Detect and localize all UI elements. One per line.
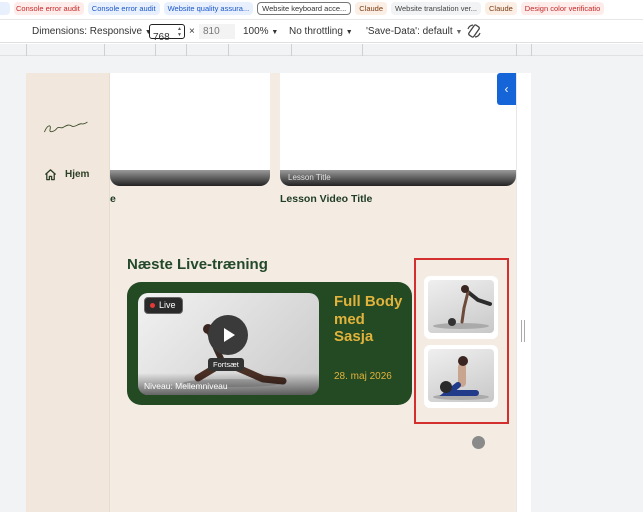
live-thumbnail-card[interactable]	[424, 276, 498, 339]
continue-label: Fortsæt	[208, 358, 244, 371]
bookmark-website-quality[interactable]: Website quality assura...	[163, 1, 254, 15]
throttle-label: No throttling	[289, 26, 343, 37]
dimensions-dropdown[interactable]: Dimensions: Responsive ▼	[32, 26, 152, 37]
bookmark-translation[interactable]: Website translation ver...	[391, 1, 482, 15]
carousel-indicator[interactable]	[472, 436, 485, 449]
chevron-down-icon: ▼	[455, 29, 463, 36]
spinner-icon[interactable]: ▲ ▼	[177, 26, 182, 38]
bookmark-console-error-audit[interactable]: Console error audit	[14, 1, 84, 15]
lesson-title: Lesson Title	[288, 173, 331, 182]
width-input[interactable]: 768 ▲ ▼	[149, 24, 185, 43]
sidebar: Hjem	[26, 73, 110, 512]
lesson-card[interactable]: Lesson Title	[280, 73, 516, 186]
level-label: Niveau: Mellemniveau	[144, 381, 228, 391]
device-toolbar: Dimensions: Responsive ▼ 768 ▲▼ × 810 100…	[0, 19, 643, 43]
event-date: 28. maj 2026	[334, 371, 392, 382]
live-dot-icon	[150, 303, 155, 308]
zoom-dropdown[interactable]: 100% ▼	[243, 26, 278, 37]
lesson-shade	[110, 170, 270, 186]
height-input[interactable]: 810	[199, 24, 235, 39]
chevron-down-icon: ▼	[271, 29, 279, 36]
seated-figure	[433, 356, 489, 400]
save-data-label: 'Save-Data': default	[366, 26, 453, 37]
live-badge-label: Live	[159, 300, 176, 310]
live-badge: Live	[144, 297, 183, 314]
chevron-down-icon: ▼	[345, 29, 353, 36]
carousel-next-button[interactable]: ‹	[497, 73, 516, 105]
emulated-page: Hjem e Lesson Title Lesson Video Title N…	[26, 73, 516, 512]
bookmark-claude-2[interactable]: Claude	[485, 1, 517, 15]
resize-handle[interactable]	[521, 320, 525, 342]
chevron-left-icon: ‹	[504, 82, 509, 96]
dimensions-label: Dimensions: Responsive	[32, 26, 143, 37]
bookmark-console-error-audit-2[interactable]: Console error audit	[87, 1, 160, 15]
lesson-caption[interactable]: Lesson Video Title	[280, 193, 372, 205]
sidebar-item-home[interactable]: Hjem	[44, 168, 89, 181]
live-event-card[interactable]: Live Fortsæt Niveau: Mellemniveau Full B…	[127, 282, 412, 405]
pushup-figure	[433, 285, 492, 329]
times-sign: ×	[189, 26, 195, 37]
signature-logo	[44, 121, 88, 133]
brand-logo[interactable]	[41, 115, 91, 140]
lesson-caption-partial: e	[110, 193, 116, 205]
home-icon	[44, 169, 57, 181]
bookmark-keyboard[interactable]: Website keyboard acce...	[257, 1, 352, 15]
throttle-dropdown[interactable]: No throttling ▼	[289, 26, 353, 37]
sidebar-item-label: Hjem	[65, 169, 90, 180]
zoom-label: 100%	[243, 26, 269, 37]
bookmark-design-color[interactable]: Design color verificatio	[520, 1, 605, 15]
lesson-card[interactable]	[110, 73, 270, 186]
bookmarks-bar: Console error audit Console error audit …	[0, 0, 643, 16]
section-title: Næste Live-træning	[127, 256, 268, 273]
save-data-dropdown[interactable]: 'Save-Data': default ▼	[366, 26, 462, 37]
live-video-thumbnail[interactable]: Live Fortsæt Niveau: Mellemniveau	[138, 293, 319, 395]
width-value: 768	[153, 32, 170, 43]
thumbnail-image	[428, 280, 494, 333]
page-scrollbar[interactable]	[516, 73, 531, 512]
media-query-ruler	[0, 44, 643, 56]
bookmark-partial[interactable]	[0, 1, 10, 15]
play-icon[interactable]	[208, 315, 248, 355]
live-thumbnail-card[interactable]	[424, 345, 498, 408]
thumbnail-image	[428, 349, 494, 402]
rotate-icon[interactable]	[466, 23, 482, 39]
event-title: Full Body med Sasja	[334, 293, 403, 345]
bookmark-claude[interactable]: Claude	[355, 1, 388, 15]
